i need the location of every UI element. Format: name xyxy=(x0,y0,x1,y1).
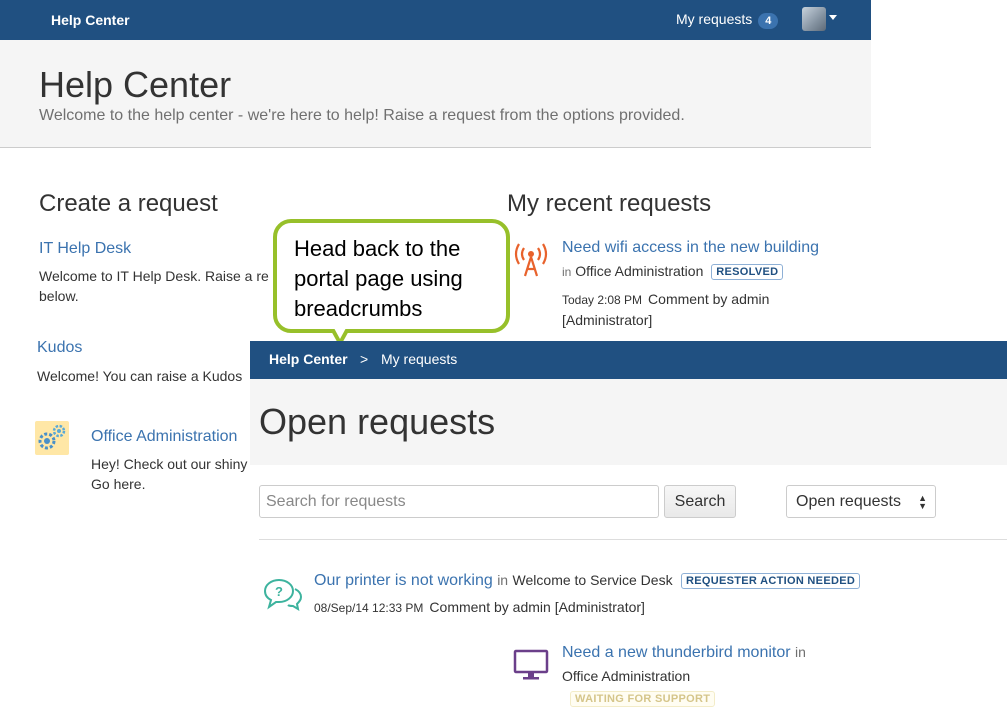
portal-hero-title: Help Center xyxy=(39,64,232,105)
request-project: Office Administration xyxy=(562,668,691,684)
request-row-title: Need a new thunderbird monitor in xyxy=(562,644,806,662)
portal-brand-link[interactable]: Help Center xyxy=(51,12,130,28)
request-row-title: Our printer is not working in Welcome to… xyxy=(314,572,861,590)
request-link[interactable]: Need a new thunderbird monitor xyxy=(562,644,791,661)
status-badge: REQUESTER ACTION NEEDED xyxy=(681,573,861,589)
service-desk-description: Hey! Check out our shiny Go here. xyxy=(91,456,248,492)
filter-selected-value: Open requests xyxy=(796,493,901,510)
recent-request-link[interactable]: Need wifi access in the new building xyxy=(562,239,819,257)
service-desk-description: Welcome! You can raise a Kudos xyxy=(37,368,243,384)
in-label: in xyxy=(562,265,572,279)
page-title: Open requests xyxy=(259,401,496,442)
chat-bubbles-icon: ? xyxy=(263,577,303,612)
breadcrumb-separator: > xyxy=(360,351,369,367)
service-desk-office-administration-link[interactable]: Office Administration xyxy=(91,428,237,446)
activity-timestamp: 08/Sep/14 12:33 PM xyxy=(314,601,424,615)
user-avatar[interactable] xyxy=(802,7,826,31)
breadcrumb: Help Center > My requests xyxy=(250,341,1007,379)
service-desk-description: Welcome to IT Help Desk. Raise a re belo… xyxy=(39,268,269,304)
divider xyxy=(259,539,1007,540)
in-label: in xyxy=(497,572,509,588)
portal-hero: Help Center Welcome to the help center -… xyxy=(0,40,871,148)
my-requests-link[interactable]: My requests 4 xyxy=(676,11,779,29)
activity-timestamp: Today 2:08 PM xyxy=(562,293,643,307)
select-arrows-icon: ▲ ▼ xyxy=(918,493,927,511)
callout-tail-fill xyxy=(334,328,346,339)
status-badge: RESOLVED xyxy=(711,264,784,280)
status-badge: WAITING FOR SUPPORT xyxy=(570,691,716,707)
request-link[interactable]: Our printer is not working xyxy=(314,572,493,589)
requests-page: Help Center > My requests Open requests … xyxy=(250,341,1007,707)
request-project: Welcome to Service Desk xyxy=(512,572,673,588)
portal-top-bar: Help Center My requests 4 xyxy=(0,0,871,40)
wifi-tower-icon xyxy=(512,242,550,278)
monitor-icon xyxy=(513,648,549,682)
create-request-heading: Create a request xyxy=(39,190,218,217)
gears-icon xyxy=(35,421,69,455)
recent-request-meta: in Office Administration RESOLVED xyxy=(562,263,784,280)
recent-request-project: Office Administration xyxy=(575,263,704,279)
service-desk-kudos-link[interactable]: Kudos xyxy=(37,339,82,357)
portal-hero-subtitle: Welcome to the help center - we're here … xyxy=(39,107,685,124)
callout-text: Head back to the portal page using bread… xyxy=(294,236,463,321)
service-desk-it-help-desk-link[interactable]: IT Help Desk xyxy=(39,240,131,258)
request-activity: 08/Sep/14 12:33 PM Comment by admin [Admi… xyxy=(314,599,645,615)
requests-hero: Open requests xyxy=(250,379,1007,465)
breadcrumb-my-requests-link[interactable]: My requests xyxy=(381,351,457,367)
breadcrumb-help-center-link[interactable]: Help Center xyxy=(269,351,348,367)
search-input[interactable] xyxy=(259,485,659,518)
svg-text:?: ? xyxy=(275,584,283,599)
request-filter-select[interactable]: Open requests ▲ ▼ xyxy=(786,485,936,518)
search-button[interactable]: Search xyxy=(664,485,736,518)
activity-text: Comment by admin [Administrator] xyxy=(429,599,645,615)
recent-request-activity: Today 2:08 PM Comment by admin [Administr… xyxy=(562,289,812,330)
recent-requests-heading: My recent requests xyxy=(507,190,712,217)
my-requests-count-badge: 4 xyxy=(758,13,779,29)
chevron-down-icon[interactable] xyxy=(829,15,837,20)
my-requests-label: My requests xyxy=(676,11,753,27)
in-label: in xyxy=(795,644,806,660)
